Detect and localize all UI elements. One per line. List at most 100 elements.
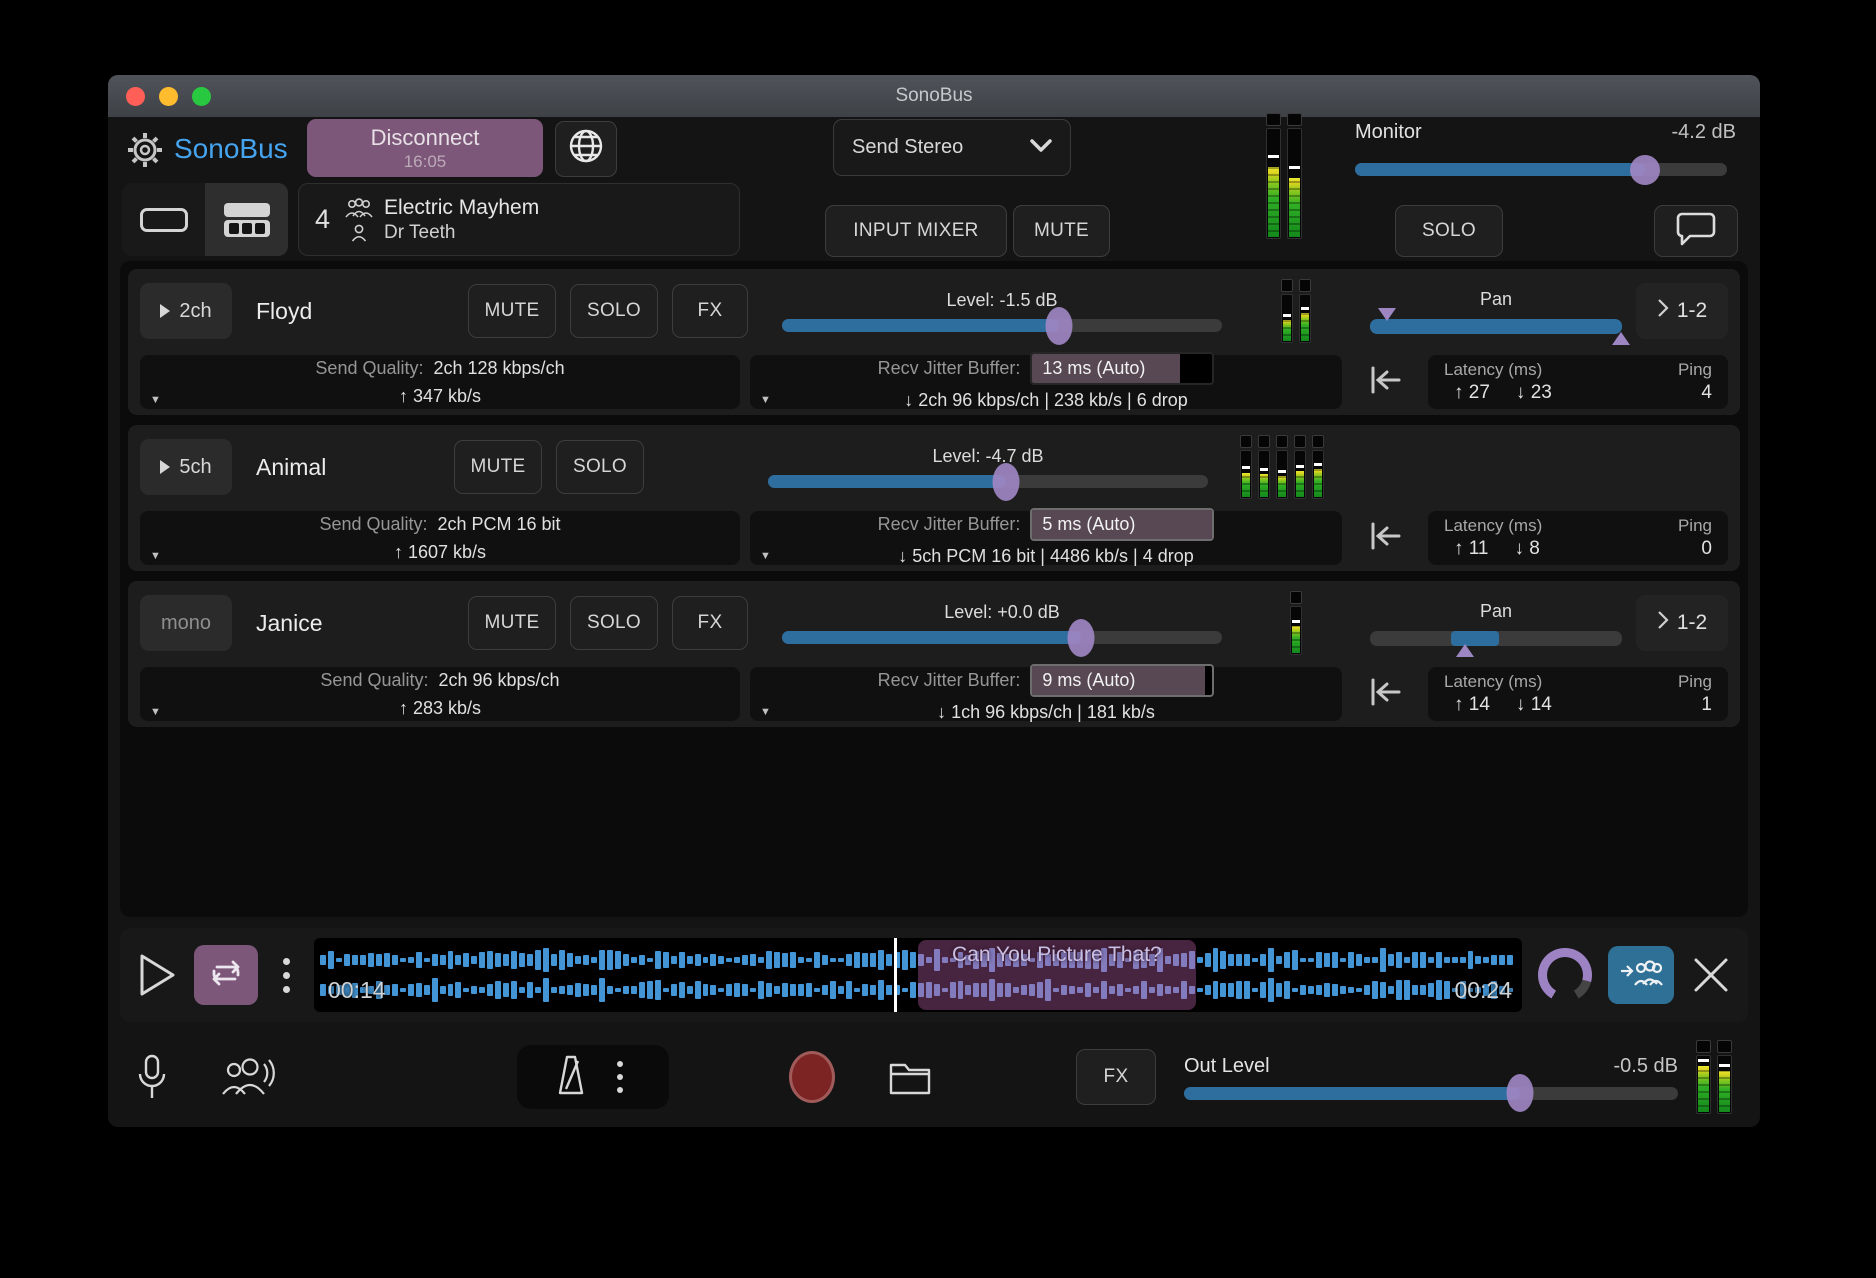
expand-triangle-icon [160, 460, 170, 474]
level-slider[interactable] [782, 631, 1222, 644]
close-window-button[interactable] [126, 87, 145, 106]
close-file-button[interactable] [1690, 954, 1732, 996]
pan-left-handle[interactable] [1378, 308, 1396, 321]
pan-right-handle[interactable] [1612, 332, 1630, 345]
peer-mute-button[interactable]: MUTE [468, 284, 556, 338]
playhead-cursor[interactable] [894, 938, 897, 1012]
time-current: 00:14 [328, 977, 386, 1004]
ping-value: 1 [1701, 694, 1712, 716]
metronome-menu-icon[interactable] [608, 1061, 632, 1093]
level-slider[interactable] [782, 319, 1222, 332]
latency-down: ↓ 8 [1515, 538, 1540, 560]
peer-meters [1236, 279, 1356, 343]
output-fx-button[interactable]: FX [1076, 1049, 1156, 1105]
waveform-lane-left [320, 945, 1516, 975]
level-slider-knob[interactable] [992, 463, 1019, 501]
group-info-panel[interactable]: 4 Electric Mayhem Dr Teeth [298, 183, 740, 256]
jitter-buffer-value: 5 ms (Auto) [1042, 511, 1135, 537]
recv-jitter-panel[interactable]: Recv Jitter Buffer: 5 ms (Auto) ↓ 5ch PC… [750, 511, 1342, 565]
jitter-buffer-value: 9 ms (Auto) [1042, 667, 1135, 693]
dest-channels-button[interactable]: 1-2 [1636, 595, 1728, 651]
loop-button[interactable] [194, 945, 258, 1005]
expand-caret-icon[interactable] [150, 550, 161, 562]
self-solo-button[interactable]: SOLO [1395, 205, 1503, 257]
chat-bubble-icon [1676, 210, 1716, 252]
peer-solo-button[interactable]: SOLO [570, 596, 658, 650]
peer-expand-button[interactable]: 5ch [140, 439, 232, 495]
dest-channels-button[interactable]: 1-2 [1636, 283, 1728, 339]
ping-value: 4 [1701, 382, 1712, 404]
monitor-slider[interactable] [1355, 163, 1727, 176]
playback-menu-button[interactable] [274, 958, 298, 993]
jitter-buffer-control[interactable]: 13 ms (Auto) [1030, 352, 1214, 385]
latency-panel: Latency (ms)Ping ↑ 14↓ 141 [1428, 667, 1728, 721]
peer-fx-button[interactable]: FX [672, 596, 748, 650]
minimize-window-button[interactable] [159, 87, 178, 106]
peer-fx-button[interactable]: FX [672, 284, 748, 338]
peer-mute-button[interactable]: MUTE [454, 440, 542, 494]
send-mode-select[interactable]: Send Stereo [833, 119, 1071, 176]
zoom-window-button[interactable] [192, 87, 211, 106]
peer-name: Animal [246, 454, 440, 481]
play-button[interactable] [136, 951, 178, 999]
level-slider[interactable] [768, 475, 1208, 488]
expand-caret-icon[interactable] [760, 394, 771, 406]
expand-caret-icon[interactable] [760, 550, 771, 562]
peer-expand-button[interactable]: 2ch [140, 283, 232, 339]
view-mixer-button[interactable] [205, 183, 288, 256]
send-to-group-button[interactable] [1608, 946, 1674, 1004]
waveform-lane-right [320, 975, 1516, 1005]
waveform[interactable]: Can You Picture That? 00:14 00:24 [314, 938, 1522, 1012]
pan-slider[interactable] [1370, 319, 1622, 334]
send-quality-panel[interactable]: Send Quality:2ch 96 kbps/ch ↑ 283 kb/s [140, 667, 740, 721]
metronome-button[interactable] [517, 1045, 669, 1109]
send-quality-panel[interactable]: Send Quality:2ch PCM 16 bit ↑ 1607 kb/s [140, 511, 740, 565]
peer-meters [1222, 435, 1342, 499]
expand-caret-icon[interactable] [760, 706, 771, 718]
titlebar[interactable]: SonoBus [108, 75, 1760, 117]
arrow-to-bar-icon [1365, 672, 1405, 717]
out-level-slider-knob[interactable] [1506, 1074, 1533, 1112]
settings-gear-icon[interactable] [126, 131, 164, 174]
jitter-reset-button[interactable] [1352, 511, 1418, 565]
jitter-buffer-control[interactable]: 5 ms (Auto) [1030, 508, 1214, 541]
jitter-buffer-control[interactable]: 9 ms (Auto) [1030, 664, 1214, 697]
peer-mute-button[interactable]: MUTE [468, 596, 556, 650]
pan-handle[interactable] [1456, 644, 1474, 657]
input-mixer-button[interactable]: INPUT MIXER [825, 205, 1007, 257]
recv-jitter-panel[interactable]: Recv Jitter Buffer: 9 ms (Auto) ↓ 1ch 96… [750, 667, 1342, 721]
pan-slider[interactable] [1370, 631, 1622, 646]
hear-others-button[interactable] [220, 1056, 276, 1098]
monitor-slider-knob[interactable] [1630, 155, 1660, 185]
peer-expand-button[interactable]: mono [140, 595, 232, 651]
view-minimal-button[interactable] [122, 183, 205, 256]
disconnect-button[interactable]: Disconnect 16:05 [307, 119, 543, 177]
peer-meters [1236, 591, 1356, 655]
recv-jitter-panel[interactable]: Recv Jitter Buffer: 13 ms (Auto) ↓ 2ch 9… [750, 355, 1342, 409]
level-slider-knob[interactable] [1046, 307, 1073, 345]
send-quality-value: 2ch 96 kbps/ch [438, 667, 559, 693]
mixer-strips-icon [224, 203, 270, 237]
arrow-to-bar-icon [1365, 516, 1405, 561]
bottom-toolbar: FX Out Level -0.5 dB [108, 1032, 1760, 1122]
jitter-reset-button[interactable] [1352, 667, 1418, 721]
level-slider-knob[interactable] [1068, 619, 1095, 657]
peer-solo-button[interactable]: SOLO [570, 284, 658, 338]
peer-solo-button[interactable]: SOLO [556, 440, 644, 494]
send-quality-panel[interactable]: Send Quality:2ch 128 kbps/ch ↑ 347 kb/s [140, 355, 740, 409]
playback-gain-knob[interactable] [1538, 948, 1592, 1002]
open-file-button[interactable] [887, 1057, 933, 1097]
expand-caret-icon[interactable] [150, 706, 161, 718]
self-mute-button[interactable]: MUTE [1013, 205, 1110, 257]
chat-button[interactable] [1654, 205, 1738, 257]
peer-row-floyd: 2ch Floyd MUTE SOLO FX Level: -1.5 dB [128, 269, 1740, 415]
mic-mute-button[interactable] [136, 1054, 168, 1100]
connect-globe-button[interactable] [555, 121, 617, 177]
person-icon [344, 224, 374, 242]
expand-caret-icon[interactable] [150, 394, 161, 406]
output-meters [1696, 1040, 1732, 1114]
record-button[interactable] [789, 1051, 835, 1103]
jitter-reset-button[interactable] [1352, 355, 1418, 409]
loop-icon [207, 956, 245, 995]
out-level-slider[interactable] [1184, 1087, 1678, 1100]
